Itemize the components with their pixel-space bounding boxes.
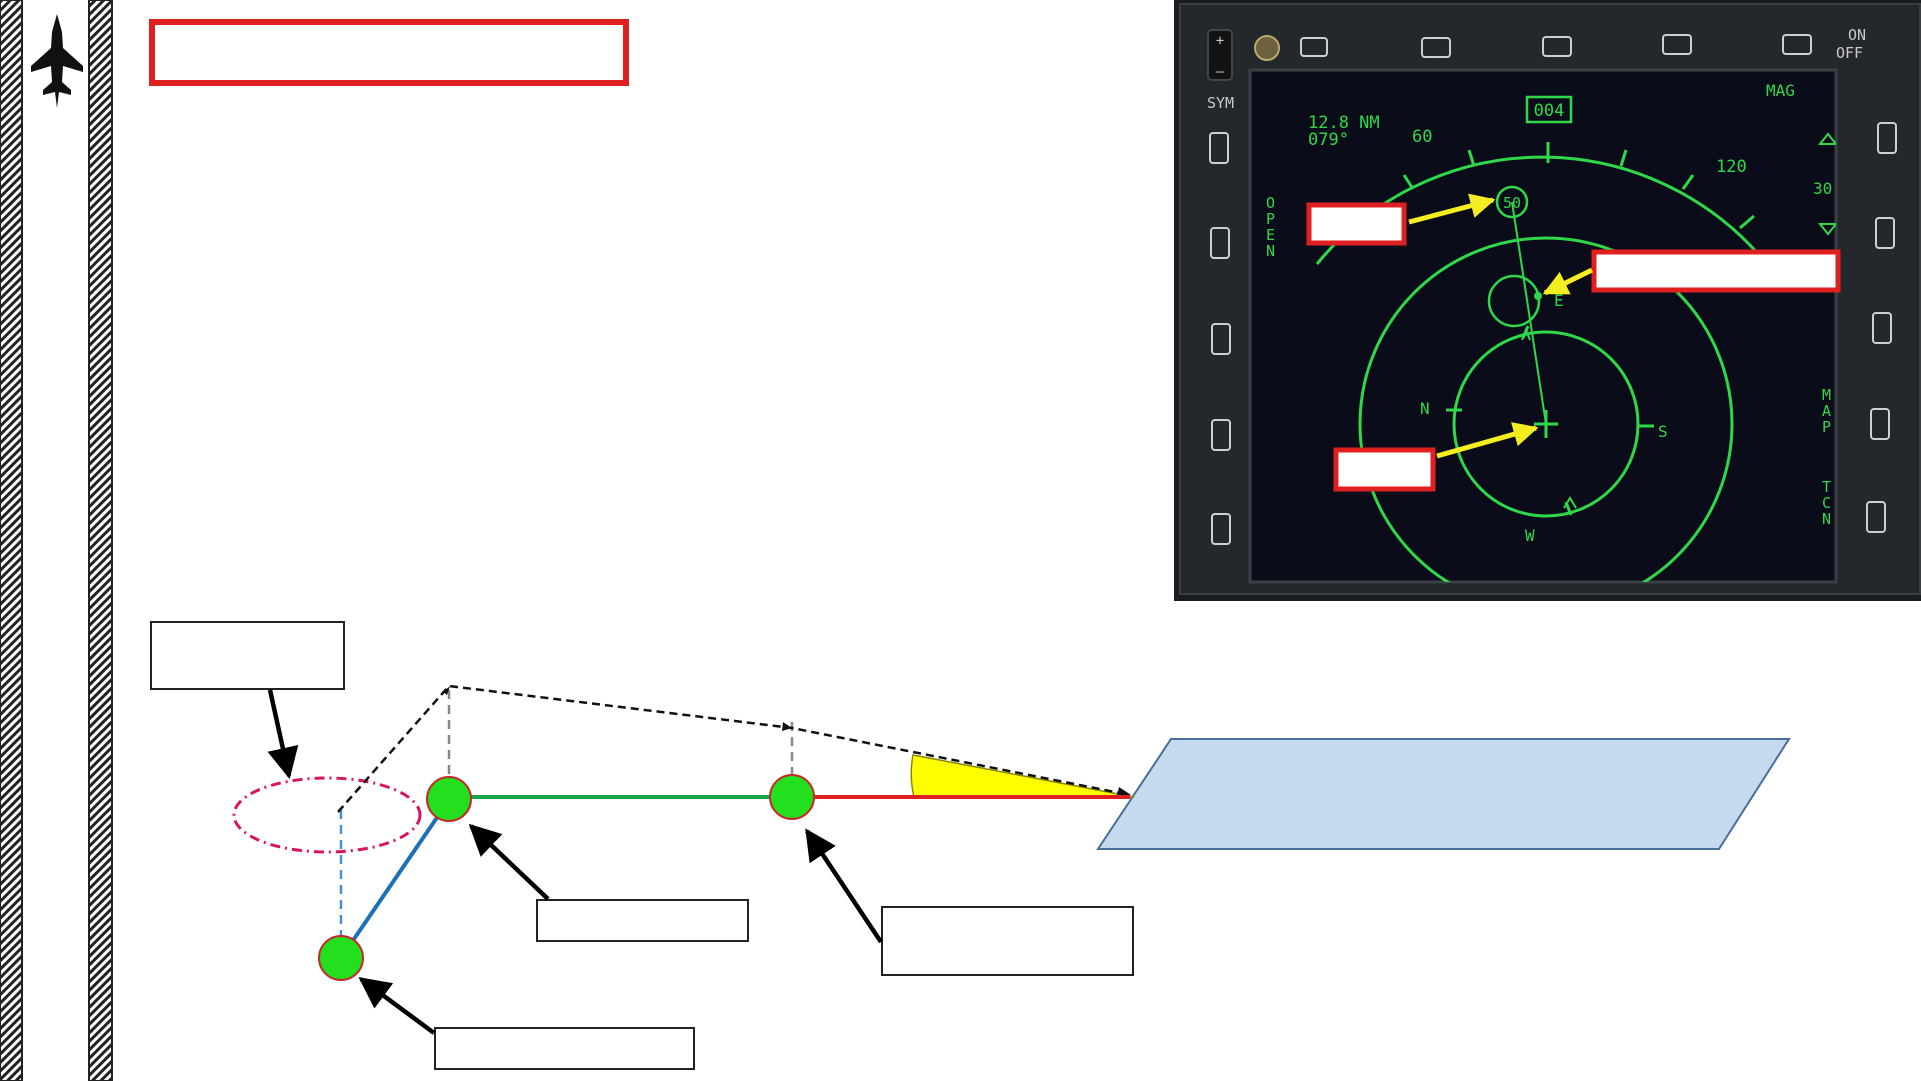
diagram-canvas: + – ON OFF SYM 50 MAG 12.8 NM 079° 004 6… (0, 0, 1921, 1081)
runway (1096, 738, 1791, 850)
open-label: OPEN (1266, 194, 1275, 260)
callout-box-aircraft (1333, 447, 1436, 492)
svg-text:+: + (1216, 33, 1224, 49)
compass-s: S (1658, 422, 1668, 441)
bearing-readout: 079° (1308, 130, 1349, 150)
approach-diagram (150, 621, 1791, 1070)
label-box-initial (434, 1027, 695, 1070)
pointer-arrow-final (805, 828, 883, 944)
compass-e: E (1554, 291, 1564, 310)
page-rail (0, 0, 113, 1081)
callout-box-steering (1591, 249, 1841, 293)
rail-hatch-right (89, 0, 112, 1081)
mfd-panel: + – ON OFF SYM 50 MAG 12.8 NM 079° 004 6… (1174, 0, 1921, 601)
brightness-knob-icon[interactable] (1254, 35, 1280, 61)
svg-text:–: – (1216, 64, 1225, 80)
label-box-intermediate (536, 899, 749, 942)
waypoint-number: 50 (1503, 194, 1521, 212)
pointer-arrow-holding (267, 689, 299, 780)
range-scale: 30 (1813, 179, 1832, 198)
heading-tick-right: 120 (1716, 157, 1747, 177)
map-label: MAP (1822, 386, 1831, 436)
heading-value: 004 (1534, 101, 1565, 121)
label-box-holding (150, 621, 345, 690)
pointer-arrow-initial (358, 977, 436, 1035)
waypoint-intermediate (426, 776, 472, 822)
jet-icon (31, 14, 83, 108)
off-label: OFF (1836, 44, 1863, 62)
title-box (149, 19, 629, 86)
waypoint-final (769, 774, 815, 820)
tcn-label: TCN (1822, 478, 1831, 528)
mfd-header: MAG (1766, 81, 1795, 100)
sym-label: SYM (1207, 94, 1234, 112)
glideslope-wedge (910, 754, 1135, 798)
on-label: ON (1848, 26, 1866, 44)
route-segment-initial (339, 798, 451, 960)
waypoint-initial (318, 935, 364, 981)
pointer-arrow-intermediate (468, 823, 550, 901)
compass-n: N (1420, 399, 1430, 418)
label-box-final (881, 906, 1134, 976)
rail-hatch-left (0, 0, 22, 1081)
compass-w: W (1525, 526, 1535, 545)
holding-pattern (232, 776, 422, 854)
heading-tick-left: 60 (1412, 127, 1432, 147)
callout-box-waypoint (1306, 202, 1407, 246)
